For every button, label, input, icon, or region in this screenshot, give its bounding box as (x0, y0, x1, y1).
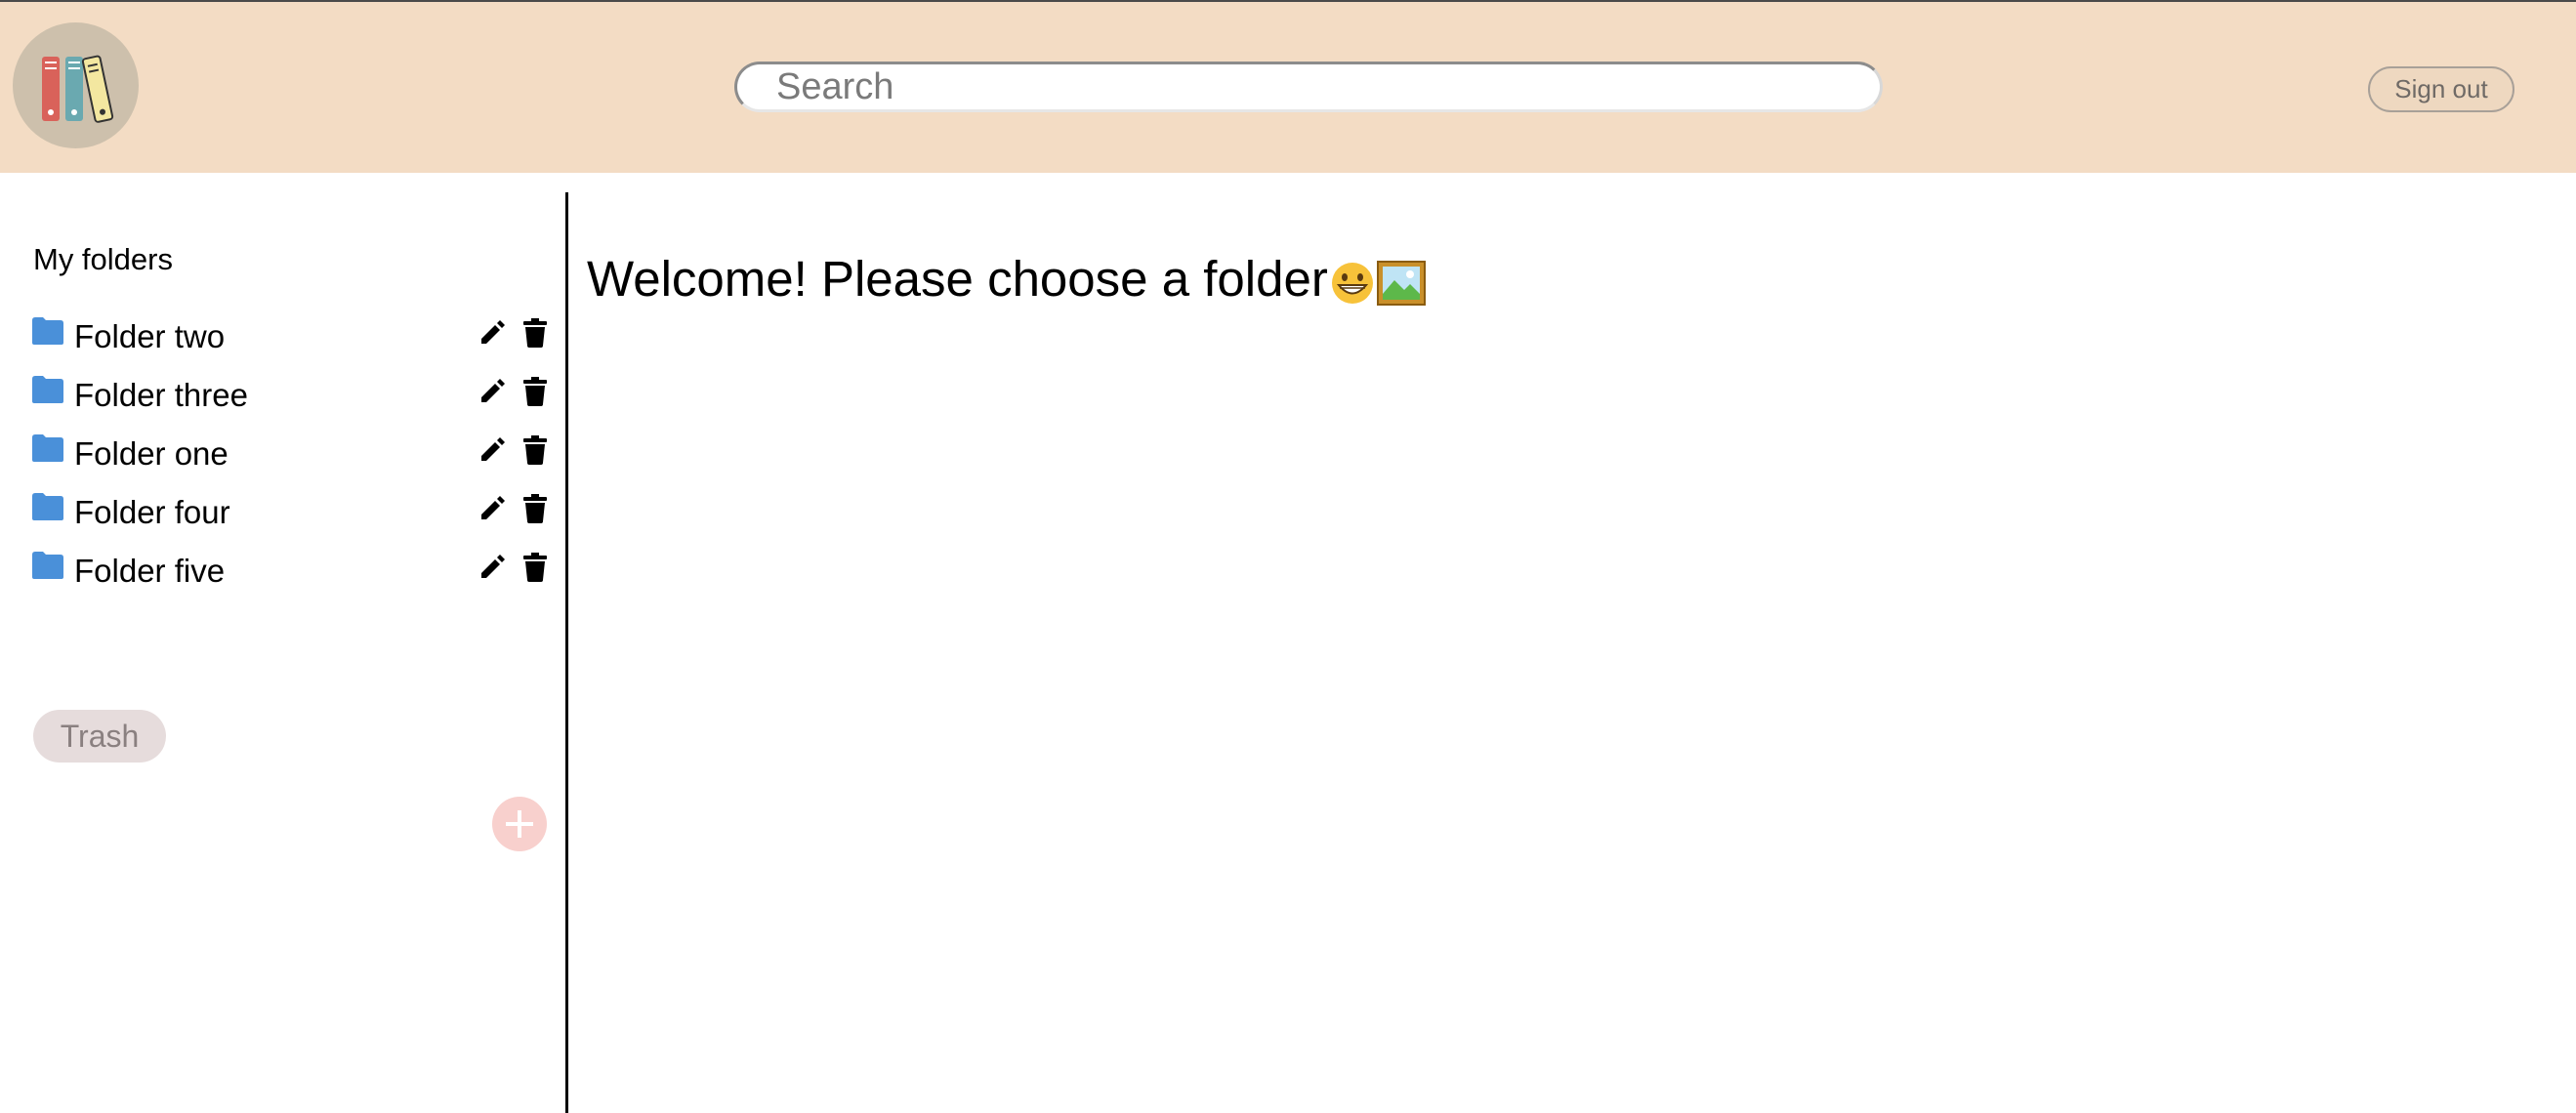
edit-icon[interactable] (478, 553, 506, 580)
sidebar-title: My folders (33, 242, 173, 276)
plus-icon (506, 810, 533, 838)
delete-icon[interactable] (522, 553, 548, 582)
folder-item[interactable]: Folder two (0, 314, 564, 363)
sidebar-divider (565, 192, 568, 1113)
folder-item[interactable]: Folder three (0, 373, 564, 422)
framed-picture-icon (1376, 260, 1426, 306)
welcome-text: Welcome! Please choose a folder (587, 251, 1328, 307)
folder-label: Folder two (74, 318, 226, 354)
edit-icon[interactable] (478, 377, 506, 404)
delete-icon[interactable] (522, 318, 548, 348)
binders-logo[interactable] (13, 22, 139, 148)
folder-item[interactable]: Folder five (0, 549, 564, 598)
trash-button[interactable]: Trash (33, 710, 166, 763)
search-input[interactable] (734, 62, 1883, 112)
delete-icon[interactable] (522, 377, 548, 406)
welcome-message: Welcome! Please choose a folder (587, 250, 1426, 308)
add-folder-button[interactable] (492, 797, 547, 851)
binders-icon (42, 55, 114, 123)
edit-icon[interactable] (478, 318, 506, 346)
edit-icon[interactable] (478, 435, 506, 463)
delete-icon[interactable] (522, 494, 548, 523)
folder-icon (32, 434, 63, 462)
folder-item[interactable]: Folder one (0, 432, 564, 480)
folder-icon (32, 376, 63, 403)
app-header: Sign out (0, 2, 2576, 173)
folder-label: Folder one (74, 435, 229, 472)
grin-emoji-icon (1331, 262, 1373, 304)
folder-icon (32, 552, 63, 579)
folder-icon (32, 317, 63, 345)
sign-out-button[interactable]: Sign out (2368, 66, 2514, 112)
edit-icon[interactable] (478, 494, 506, 521)
folder-icon (32, 493, 63, 520)
folder-label: Folder four (74, 494, 230, 530)
delete-icon[interactable] (522, 435, 548, 465)
folder-item[interactable]: Folder four (0, 490, 564, 539)
folder-label: Folder three (74, 377, 248, 413)
folder-label: Folder five (74, 553, 226, 589)
